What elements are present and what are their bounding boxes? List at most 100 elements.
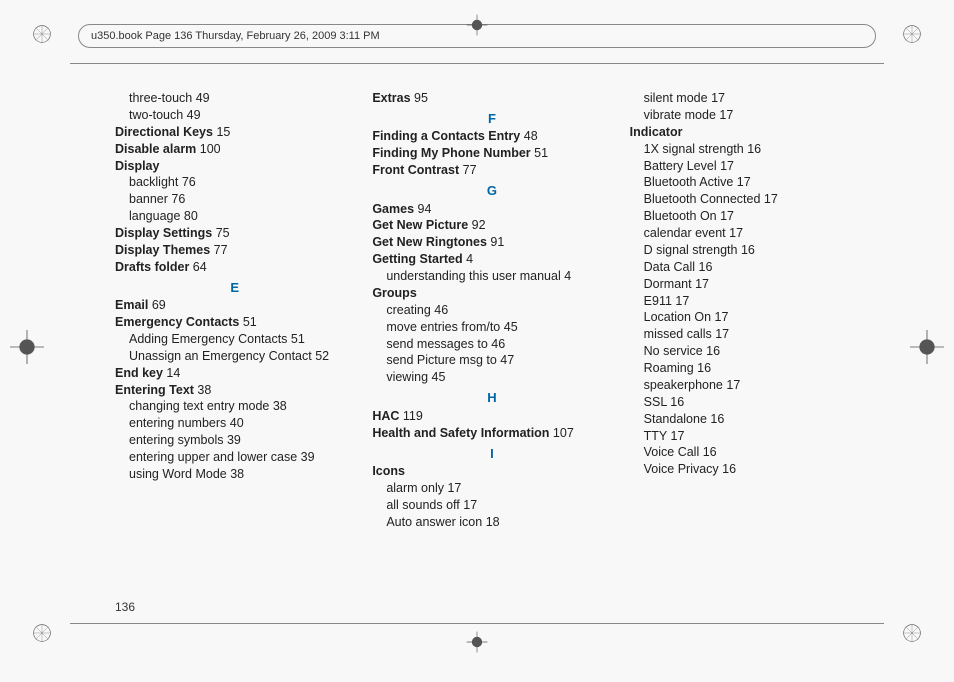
entry-page: 48 xyxy=(520,129,537,143)
index-entry: End key 14 xyxy=(115,365,354,382)
index-entry: Disable alarm 100 xyxy=(115,141,354,158)
entry-page: 51 xyxy=(531,146,548,160)
entry-page: 16 xyxy=(737,243,754,257)
entry-text: D signal strength xyxy=(644,243,738,257)
entry-text: Display xyxy=(115,159,159,173)
index-entry: two-touch 49 xyxy=(115,107,354,124)
entry-text: Drafts folder xyxy=(115,260,189,274)
index-entry: Finding My Phone Number 51 xyxy=(372,145,611,162)
entry-page: 16 xyxy=(744,142,761,156)
entry-text: Disable alarm xyxy=(115,142,196,156)
index-content: three-touch 49two-touch 49Directional Ke… xyxy=(115,90,869,592)
entry-page: 17 xyxy=(708,91,725,105)
entry-text: TTY xyxy=(644,429,667,443)
index-entry: entering symbols 39 xyxy=(115,432,354,449)
index-entry: Get New Picture 92 xyxy=(372,217,611,234)
index-entry: Display xyxy=(115,158,354,175)
entry-page: 38 xyxy=(227,467,244,481)
index-entry: 1X signal strength 16 xyxy=(630,141,869,158)
entry-text: Auto answer icon xyxy=(386,515,482,529)
section-letter: G xyxy=(372,182,611,200)
entry-page: 119 xyxy=(399,409,422,423)
entry-page: 16 xyxy=(699,445,716,459)
index-entry: Emergency Contacts 51 xyxy=(115,314,354,331)
entry-text: backlight xyxy=(129,175,178,189)
index-entry: Games 94 xyxy=(372,201,611,218)
index-entry: vibrate mode 17 xyxy=(630,107,869,124)
index-entry: entering upper and lower case 39 xyxy=(115,449,354,466)
index-entry: Standalone 16 xyxy=(630,411,869,428)
entry-page: 16 xyxy=(694,361,711,375)
entry-text: two-touch xyxy=(129,108,183,122)
entry-page: 4 xyxy=(561,269,571,283)
index-column-2: Extras 95FFinding a Contacts Entry 48Fin… xyxy=(372,90,611,592)
index-entry: Get New Ringtones 91 xyxy=(372,234,611,251)
entry-text: Voice Call xyxy=(644,445,700,459)
crosshair-icon xyxy=(464,12,490,43)
entry-page: 38 xyxy=(194,383,211,397)
entry-page: 17 xyxy=(712,327,729,341)
entry-page: 46 xyxy=(431,303,448,317)
entry-page: 76 xyxy=(178,175,195,189)
entry-text: Data Call xyxy=(644,260,695,274)
entry-text: SSL xyxy=(644,395,667,409)
entry-page: 52 xyxy=(312,349,329,363)
entry-text: changing text entry mode xyxy=(129,399,269,413)
entry-text: send Picture msg to xyxy=(386,353,496,367)
entry-text: Unassign an Emergency Contact xyxy=(129,349,312,363)
entry-page: 45 xyxy=(428,370,445,384)
entry-page: 69 xyxy=(148,298,165,312)
entry-page: 38 xyxy=(269,399,286,413)
entry-text: Health and Safety Information xyxy=(372,426,549,440)
index-entry: Voice Privacy 16 xyxy=(630,461,869,478)
section-letter: H xyxy=(372,389,611,407)
entry-page: 76 xyxy=(168,192,185,206)
index-entry: Drafts folder 64 xyxy=(115,259,354,276)
entry-text: Groups xyxy=(372,286,416,300)
index-entry: viewing 45 xyxy=(372,369,611,386)
entry-text: all sounds off xyxy=(386,498,459,512)
index-column-3: silent mode 17vibrate mode 17Indicator1X… xyxy=(630,90,869,592)
index-entry: using Word Mode 38 xyxy=(115,466,354,483)
index-entry: missed calls 17 xyxy=(630,326,869,343)
entry-page: 17 xyxy=(716,108,733,122)
entry-text: creating xyxy=(386,303,430,317)
entry-text: Bluetooth Connected xyxy=(644,192,761,206)
entry-text: Get New Picture xyxy=(372,218,468,232)
entry-text: move entries from/to xyxy=(386,320,500,334)
top-rule xyxy=(70,63,884,64)
entry-text: Bluetooth On xyxy=(644,209,717,223)
entry-page: 16 xyxy=(667,395,684,409)
entry-page: 17 xyxy=(692,277,709,291)
entry-text: missed calls xyxy=(644,327,712,341)
entry-text: E911 xyxy=(644,294,672,308)
entry-text: Get New Ringtones xyxy=(372,235,487,249)
index-entry: speakerphone 17 xyxy=(630,377,869,394)
entry-page: 17 xyxy=(717,159,734,173)
entry-page: 47 xyxy=(497,353,514,367)
index-entry: Bluetooth Active 17 xyxy=(630,174,869,191)
index-entry: Voice Call 16 xyxy=(630,444,869,461)
entry-page: 107 xyxy=(549,426,573,440)
index-entry: three-touch 49 xyxy=(115,90,354,107)
entry-page: 17 xyxy=(717,209,734,223)
entry-page: 16 xyxy=(707,412,724,426)
section-letter: I xyxy=(372,445,611,463)
entry-text: understanding this user manual xyxy=(386,269,560,283)
entry-text: Display Settings xyxy=(115,226,212,240)
index-entry: backlight 76 xyxy=(115,174,354,191)
entry-page: 95 xyxy=(411,91,428,105)
entry-text: Location On xyxy=(644,310,711,324)
entry-page: 77 xyxy=(210,243,227,257)
index-entry: Directional Keys 15 xyxy=(115,124,354,141)
entry-page: 15 xyxy=(213,125,230,139)
index-entry: No service 16 xyxy=(630,343,869,360)
entry-text: HAC xyxy=(372,409,399,423)
entry-text: Battery Level xyxy=(644,159,717,173)
entry-page: 17 xyxy=(723,378,740,392)
entry-text: Getting Started xyxy=(372,252,462,266)
index-entry: Icons xyxy=(372,463,611,480)
entry-text: Entering Text xyxy=(115,383,194,397)
index-entry: Front Contrast 77 xyxy=(372,162,611,179)
index-entry: Finding a Contacts Entry 48 xyxy=(372,128,611,145)
